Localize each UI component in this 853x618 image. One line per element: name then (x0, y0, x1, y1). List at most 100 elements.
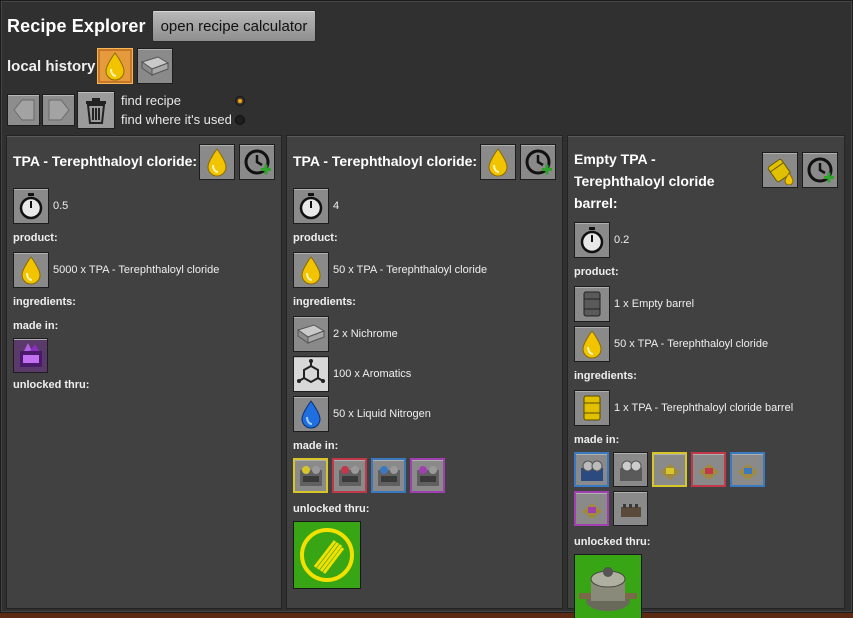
machine-slot[interactable] (574, 452, 609, 487)
back-button[interactable] (7, 94, 40, 126)
recipe-title: Empty TPA - Terephthaloyl cloride barrel… (574, 151, 715, 211)
history-add-icon (807, 157, 834, 183)
unlocked-thru-heading: unlocked thru: (574, 536, 651, 548)
chemical-plant-purple-icon (416, 465, 439, 486)
history-item-tpa[interactable] (97, 48, 134, 84)
ingredient-slot[interactable] (293, 316, 329, 352)
product-slot[interactable] (574, 326, 610, 362)
tpa-fluid-icon (582, 330, 602, 359)
history-add-icon (525, 149, 552, 175)
product-label: 50 x TPA - Terephthaloyl cloride (614, 338, 769, 350)
recipe-panel-header: TPA - Terephthaloyl cloride: (13, 144, 275, 180)
burner-assembler-icon (620, 503, 641, 517)
machine-slot[interactable] (371, 458, 406, 493)
recipe-time-row: 4 (293, 186, 556, 226)
stopwatch-icon (580, 227, 604, 254)
assembler-blue-icon (580, 460, 603, 481)
recipe-item-button[interactable] (762, 152, 798, 188)
aromatics-molecule-icon (297, 359, 325, 384)
machine-slot[interactable] (613, 491, 648, 526)
find-recipe-label: find recipe (121, 93, 181, 108)
add-to-history-button[interactable] (520, 144, 556, 180)
ingredient-slot[interactable] (293, 356, 329, 392)
ingredients-heading: ingredients: (574, 370, 637, 382)
product-label: 5000 x TPA - Terephthaloyl cloride (53, 264, 220, 276)
empty-barrel-icon (767, 158, 794, 185)
product-slot[interactable] (13, 252, 49, 288)
add-to-history-button[interactable] (802, 152, 838, 188)
recipe-item-button[interactable] (199, 144, 235, 180)
tpa-barrel-icon (583, 395, 601, 421)
product-slot[interactable] (293, 252, 329, 288)
product-row[interactable]: 5000 x TPA - Terephthaloyl cloride (13, 250, 275, 290)
recipe-explorer-window: Recipe Explorer open recipe calculator l… (0, 0, 853, 618)
stopwatch-icon (299, 193, 323, 220)
find-recipe-option[interactable]: find recipe (121, 93, 245, 108)
product-slot[interactable] (574, 286, 610, 322)
recipe-time: 0.5 (53, 200, 69, 212)
recipe-title: TPA - Terephthaloyl cloride: (293, 153, 478, 169)
product-row[interactable]: 50 x TPA - Terephthaloyl cloride (574, 324, 838, 364)
product-label: 50 x TPA - Terephthaloyl cloride (333, 264, 488, 276)
recipe-item-button[interactable] (480, 144, 516, 180)
clear-history-button[interactable] (77, 91, 115, 129)
unlocked-thru-heading: unlocked thru: (13, 379, 90, 391)
add-to-history-button[interactable] (239, 144, 275, 180)
machine-slot[interactable] (613, 452, 648, 487)
machine-slot[interactable] (730, 452, 765, 487)
automated-factory-blue-icon (737, 463, 758, 480)
find-usage-option[interactable]: find where it's used (121, 112, 245, 127)
stopwatch-icon (19, 193, 43, 220)
liquid-nitrogen-icon (301, 400, 321, 429)
tpa-fluid-icon (105, 52, 125, 81)
automated-factory-red-icon (698, 463, 719, 480)
product-row[interactable]: 50 x TPA - Terephthaloyl cloride (293, 250, 556, 290)
ingredient-slot[interactable] (293, 396, 329, 432)
find-usage-radio[interactable] (235, 114, 245, 125)
chemical-plant-blue-icon (377, 465, 400, 486)
ingredient-slot[interactable] (574, 390, 610, 426)
machine-slot[interactable] (691, 452, 726, 487)
machine-slot[interactable] (13, 338, 48, 373)
open-recipe-calculator-button[interactable]: open recipe calculator (151, 10, 317, 42)
ingredient-row[interactable]: 100 x Aromatics (293, 354, 556, 394)
technology-slot[interactable] (293, 521, 361, 589)
product-row[interactable]: 1 x Empty barrel (574, 284, 838, 324)
find-recipe-radio[interactable] (235, 95, 245, 106)
unlocked-thru-heading: unlocked thru: (293, 503, 370, 515)
nichrome-plate-icon (141, 56, 170, 76)
product-heading: product: (13, 232, 58, 244)
tpa-fluid-icon (21, 256, 41, 285)
made-in-heading: made in: (574, 434, 620, 446)
machine-slot[interactable] (332, 458, 367, 493)
product-heading: product: (293, 232, 338, 244)
ingredient-row[interactable]: 50 x Liquid Nitrogen (293, 394, 556, 434)
navigation-bar: find recipe find where it's used (7, 91, 245, 129)
find-usage-label: find where it's used (121, 112, 232, 127)
recipe-time: 0.2 (614, 234, 630, 246)
ingredient-label: 1 x TPA - Terephthaloyl cloride barrel (614, 402, 794, 414)
made-in-grid (13, 338, 213, 373)
recipe-time-row: 0.5 (13, 186, 275, 226)
tpa-fluid-icon (488, 148, 508, 177)
forward-arrow-icon (48, 99, 70, 121)
trash-icon (86, 98, 106, 124)
search-mode-group: find recipe find where it's used (121, 93, 245, 127)
purple-crystal-machine-icon (19, 342, 42, 367)
ingredient-row[interactable]: 2 x Nichrome (293, 314, 556, 354)
machine-slot[interactable] (574, 491, 609, 526)
history-item-nichrome[interactable] (137, 48, 174, 84)
forward-button[interactable] (42, 94, 75, 126)
machine-slot[interactable] (410, 458, 445, 493)
chemical-plant-red-icon (338, 465, 361, 486)
recipe-time-row: 0.2 (574, 220, 838, 260)
fiber-optic-technology-icon (300, 528, 354, 582)
technology-slot[interactable] (574, 554, 642, 618)
window-title: Recipe Explorer (7, 15, 146, 36)
empty-barrel-icon (583, 291, 601, 317)
machine-slot[interactable] (652, 452, 687, 487)
ingredient-row[interactable]: 1 x TPA - Terephthaloyl cloride barrel (574, 388, 838, 428)
tpa-fluid-icon (301, 256, 321, 285)
automated-factory-yellow-icon (659, 463, 680, 480)
machine-slot[interactable] (293, 458, 328, 493)
